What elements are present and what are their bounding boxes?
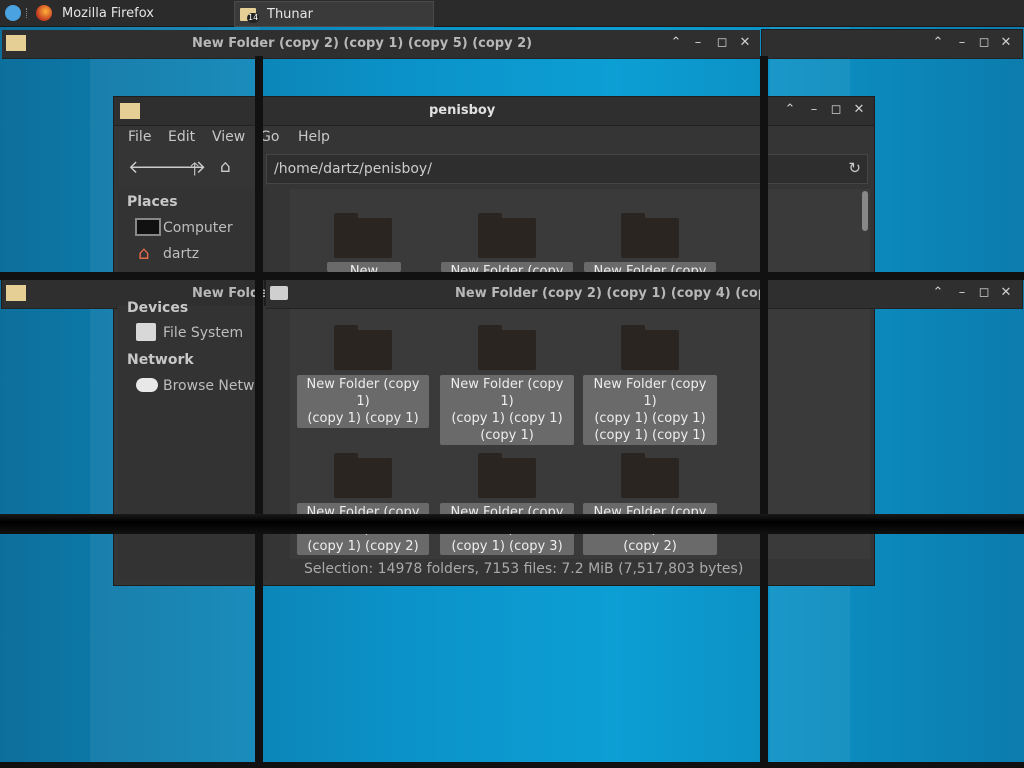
folder-icon[interactable]: [621, 325, 679, 370]
window-count-badge: 14: [247, 12, 260, 23]
home-icon[interactable]: ⌂: [220, 157, 231, 177]
minimize-button[interactable]: –: [806, 102, 822, 118]
home-folder-icon: ⌂: [138, 243, 150, 264]
file-label[interactable]: New Folder (copy 1) (copy 1) (copy 1) (c…: [583, 375, 717, 445]
folder-icon[interactable]: [478, 325, 536, 370]
titlebar[interactable]: New Folder (copy 2) (copy 1) (copy 4) (c…: [266, 280, 789, 309]
folder-icon[interactable]: [621, 213, 679, 258]
window-border: [0, 514, 1024, 534]
folder-icon[interactable]: [478, 453, 536, 498]
titlebar[interactable]: New Folder (copy 2) (copy 1) (copy 5) (c…: [2, 30, 760, 59]
folder-icon[interactable]: [478, 213, 536, 258]
location-bar[interactable]: /home/dartz/penisboy/ ↻: [266, 154, 868, 184]
window-top-right: ⌃ – ◻ ✕: [762, 30, 1022, 59]
window-border: [760, 56, 768, 768]
menu-file[interactable]: File: [128, 129, 151, 145]
computer-icon: [135, 218, 161, 236]
maximize-button[interactable]: ◻: [828, 102, 844, 118]
drive-icon: [270, 286, 288, 300]
file-label[interactable]: New Folder (copy 1) (copy 1) (copy 1): [297, 375, 429, 428]
menu-help[interactable]: Help: [298, 129, 330, 145]
close-button[interactable]: ✕: [851, 102, 867, 118]
folder-icon: [6, 285, 26, 301]
close-button[interactable]: ✕: [737, 35, 753, 51]
sidebar-item-browse-network[interactable]: Browse Network: [163, 378, 263, 394]
sidebar-item-filesystem[interactable]: File System: [163, 325, 243, 341]
window-mid-center: New Folder (copy 2) (copy 1) (copy 4) (c…: [266, 280, 789, 309]
taskbar-task-label: Mozilla Firefox: [62, 5, 154, 21]
reload-icon[interactable]: ↻: [848, 159, 861, 177]
file-label[interactable]: New Folder: [327, 262, 401, 272]
places-header: Places: [127, 194, 178, 210]
window-title: New Folder (copy 2) (copy 1) (copy 4) (c…: [455, 286, 790, 301]
folder-icon[interactable]: [334, 325, 392, 370]
folder-icon: 14: [240, 7, 260, 23]
maximize-button[interactable]: ◻: [976, 285, 992, 301]
folder-icon[interactable]: [621, 453, 679, 498]
cloud-icon: [136, 378, 158, 392]
file-label[interactable]: New Folder (copy 1): [584, 262, 716, 272]
firefox-icon: [36, 5, 52, 21]
folder-icon[interactable]: [334, 213, 392, 258]
drive-icon: [136, 323, 156, 341]
window-border: [0, 762, 1024, 768]
titlebar[interactable]: ⌃ – ◻ ✕: [762, 30, 1022, 59]
menu-edit[interactable]: Edit: [168, 129, 195, 145]
taskbar-thunar-button[interactable]: 14 Thunar: [234, 1, 434, 27]
window-mid-right: ⌃ – ◻ ✕: [762, 280, 1022, 309]
maximize-button[interactable]: ◻: [976, 35, 992, 51]
window-title: penisboy: [429, 103, 496, 118]
close-button[interactable]: ✕: [998, 285, 1014, 301]
sidebar-item-computer[interactable]: Computer: [163, 220, 233, 236]
scrollbar[interactable]: [862, 191, 868, 231]
sidebar-item-home[interactable]: dartz: [163, 246, 199, 262]
window-border: [0, 272, 1024, 280]
folder-icon[interactable]: [334, 453, 392, 498]
taskbar-firefox-button[interactable]: Mozilla Firefox: [36, 1, 232, 25]
minimize-button[interactable]: –: [954, 35, 970, 51]
window-title: New Folder (copy 2) (copy 1) (copy 5) (c…: [192, 36, 533, 51]
separator-handle: [26, 8, 30, 18]
shade-button[interactable]: ⌃: [782, 102, 798, 118]
devices-header: Devices: [127, 300, 189, 316]
menu-view[interactable]: View: [212, 129, 245, 145]
folder-icon: [120, 103, 140, 119]
taskbar: Mozilla Firefox 14 Thunar: [0, 0, 1024, 27]
minimize-button[interactable]: –: [954, 285, 970, 301]
app-menu-icon[interactable]: [5, 5, 21, 21]
titlebar[interactable]: ⌃ – ◻ ✕: [762, 280, 1022, 309]
file-label[interactable]: New Folder (copy 1) (copy 1) (copy 1) (c…: [440, 375, 574, 445]
window-border: [255, 56, 263, 768]
shade-button[interactable]: ⌃: [930, 35, 946, 51]
taskbar-task-label: Thunar: [267, 6, 313, 22]
location-path: /home/dartz/penisboy/: [274, 161, 432, 177]
minimize-button[interactable]: –: [690, 35, 706, 51]
shade-button[interactable]: ⌃: [668, 35, 684, 51]
close-button[interactable]: ✕: [998, 35, 1014, 51]
file-label[interactable]: New Folder (copy 1): [441, 262, 573, 272]
maximize-button[interactable]: ◻: [714, 35, 730, 51]
up-icon[interactable]: 🡑: [190, 157, 199, 187]
sidebar-lower: Devices File System Network Browse Netwo…: [118, 300, 266, 514]
status-bar: Selection: 14978 folders, 7153 files: 7.…: [304, 561, 744, 577]
network-header: Network: [127, 352, 194, 368]
shade-button[interactable]: ⌃: [930, 285, 946, 301]
folder-icon: [6, 35, 26, 51]
